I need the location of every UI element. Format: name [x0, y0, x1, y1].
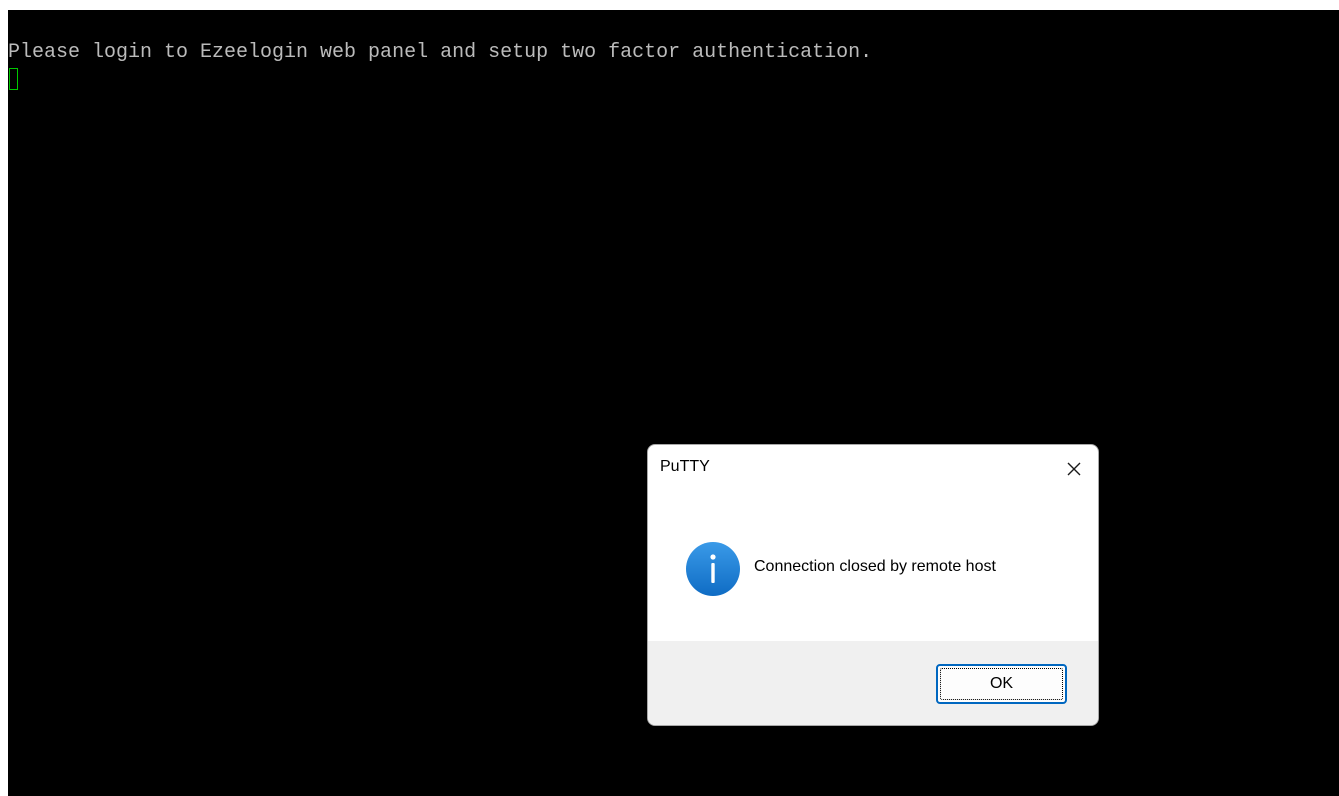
- screen: Please login to Ezeelogin web panel and …: [0, 0, 1339, 796]
- terminal-cursor: [9, 68, 18, 90]
- ok-button[interactable]: OK: [936, 664, 1067, 704]
- close-icon: [1067, 462, 1081, 476]
- info-icon: [686, 542, 740, 596]
- dialog-footer: OK: [648, 641, 1098, 725]
- dialog-title: PuTTY: [660, 458, 710, 475]
- terminal-output-line: Please login to Ezeelogin web panel and …: [8, 41, 873, 64]
- close-button[interactable]: [1050, 445, 1098, 493]
- dialog-body: Connection closed by remote host: [648, 493, 1098, 641]
- dialog-message: Connection closed by remote host: [754, 558, 996, 575]
- dialog-titlebar[interactable]: PuTTY: [648, 445, 1098, 493]
- putty-message-dialog: PuTTY Connection closed by remote host O…: [647, 444, 1099, 726]
- ok-button-label: OK: [989, 675, 1014, 692]
